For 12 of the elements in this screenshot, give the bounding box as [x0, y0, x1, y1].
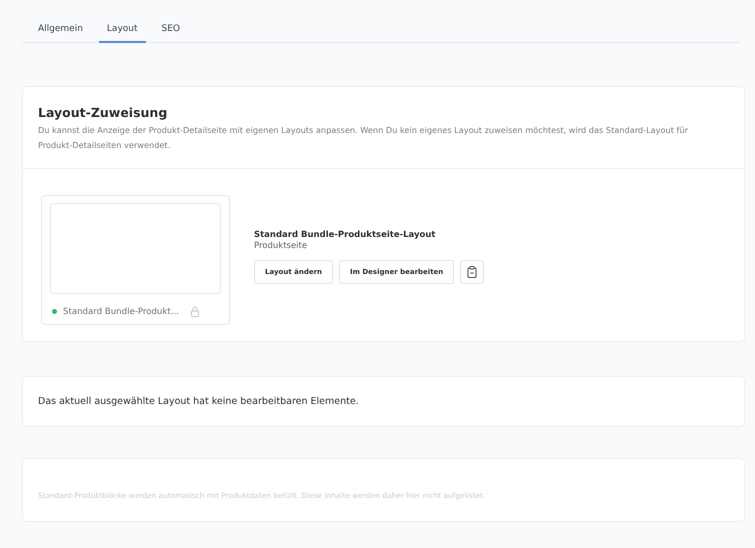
tab[interactable]: Layout [98, 19, 146, 43]
tab[interactable]: SEO [154, 19, 188, 43]
delete-button[interactable] [460, 260, 484, 284]
tab[interactable]: Allgemein [30, 19, 91, 43]
layout-preview-name: Standard Bundle-Produkt... [63, 306, 179, 316]
clipboard-icon [467, 266, 478, 278]
layout-type: Produktseite [254, 241, 308, 251]
card-title: Layout-Zuweisung [38, 105, 168, 120]
notice-text: Das aktuell ausgewählte Layout hat keine bearbeitbaren Elemente. [38, 396, 359, 407]
layout-preview-card[interactable]: Standard Bundle-Produkt... [41, 195, 230, 325]
layout-name: Standard Bundle-Produktseite-Layout [254, 230, 436, 240]
card-description: Du kannst die Anzeige der Produkt-Detailseite mit eigenen Layouts anpassen. Wenn Du kein eigenes Layout zuweisen möchtest, wird das Standard-Layout für Produkt-Detailseiten verwendet. [38, 124, 689, 152]
